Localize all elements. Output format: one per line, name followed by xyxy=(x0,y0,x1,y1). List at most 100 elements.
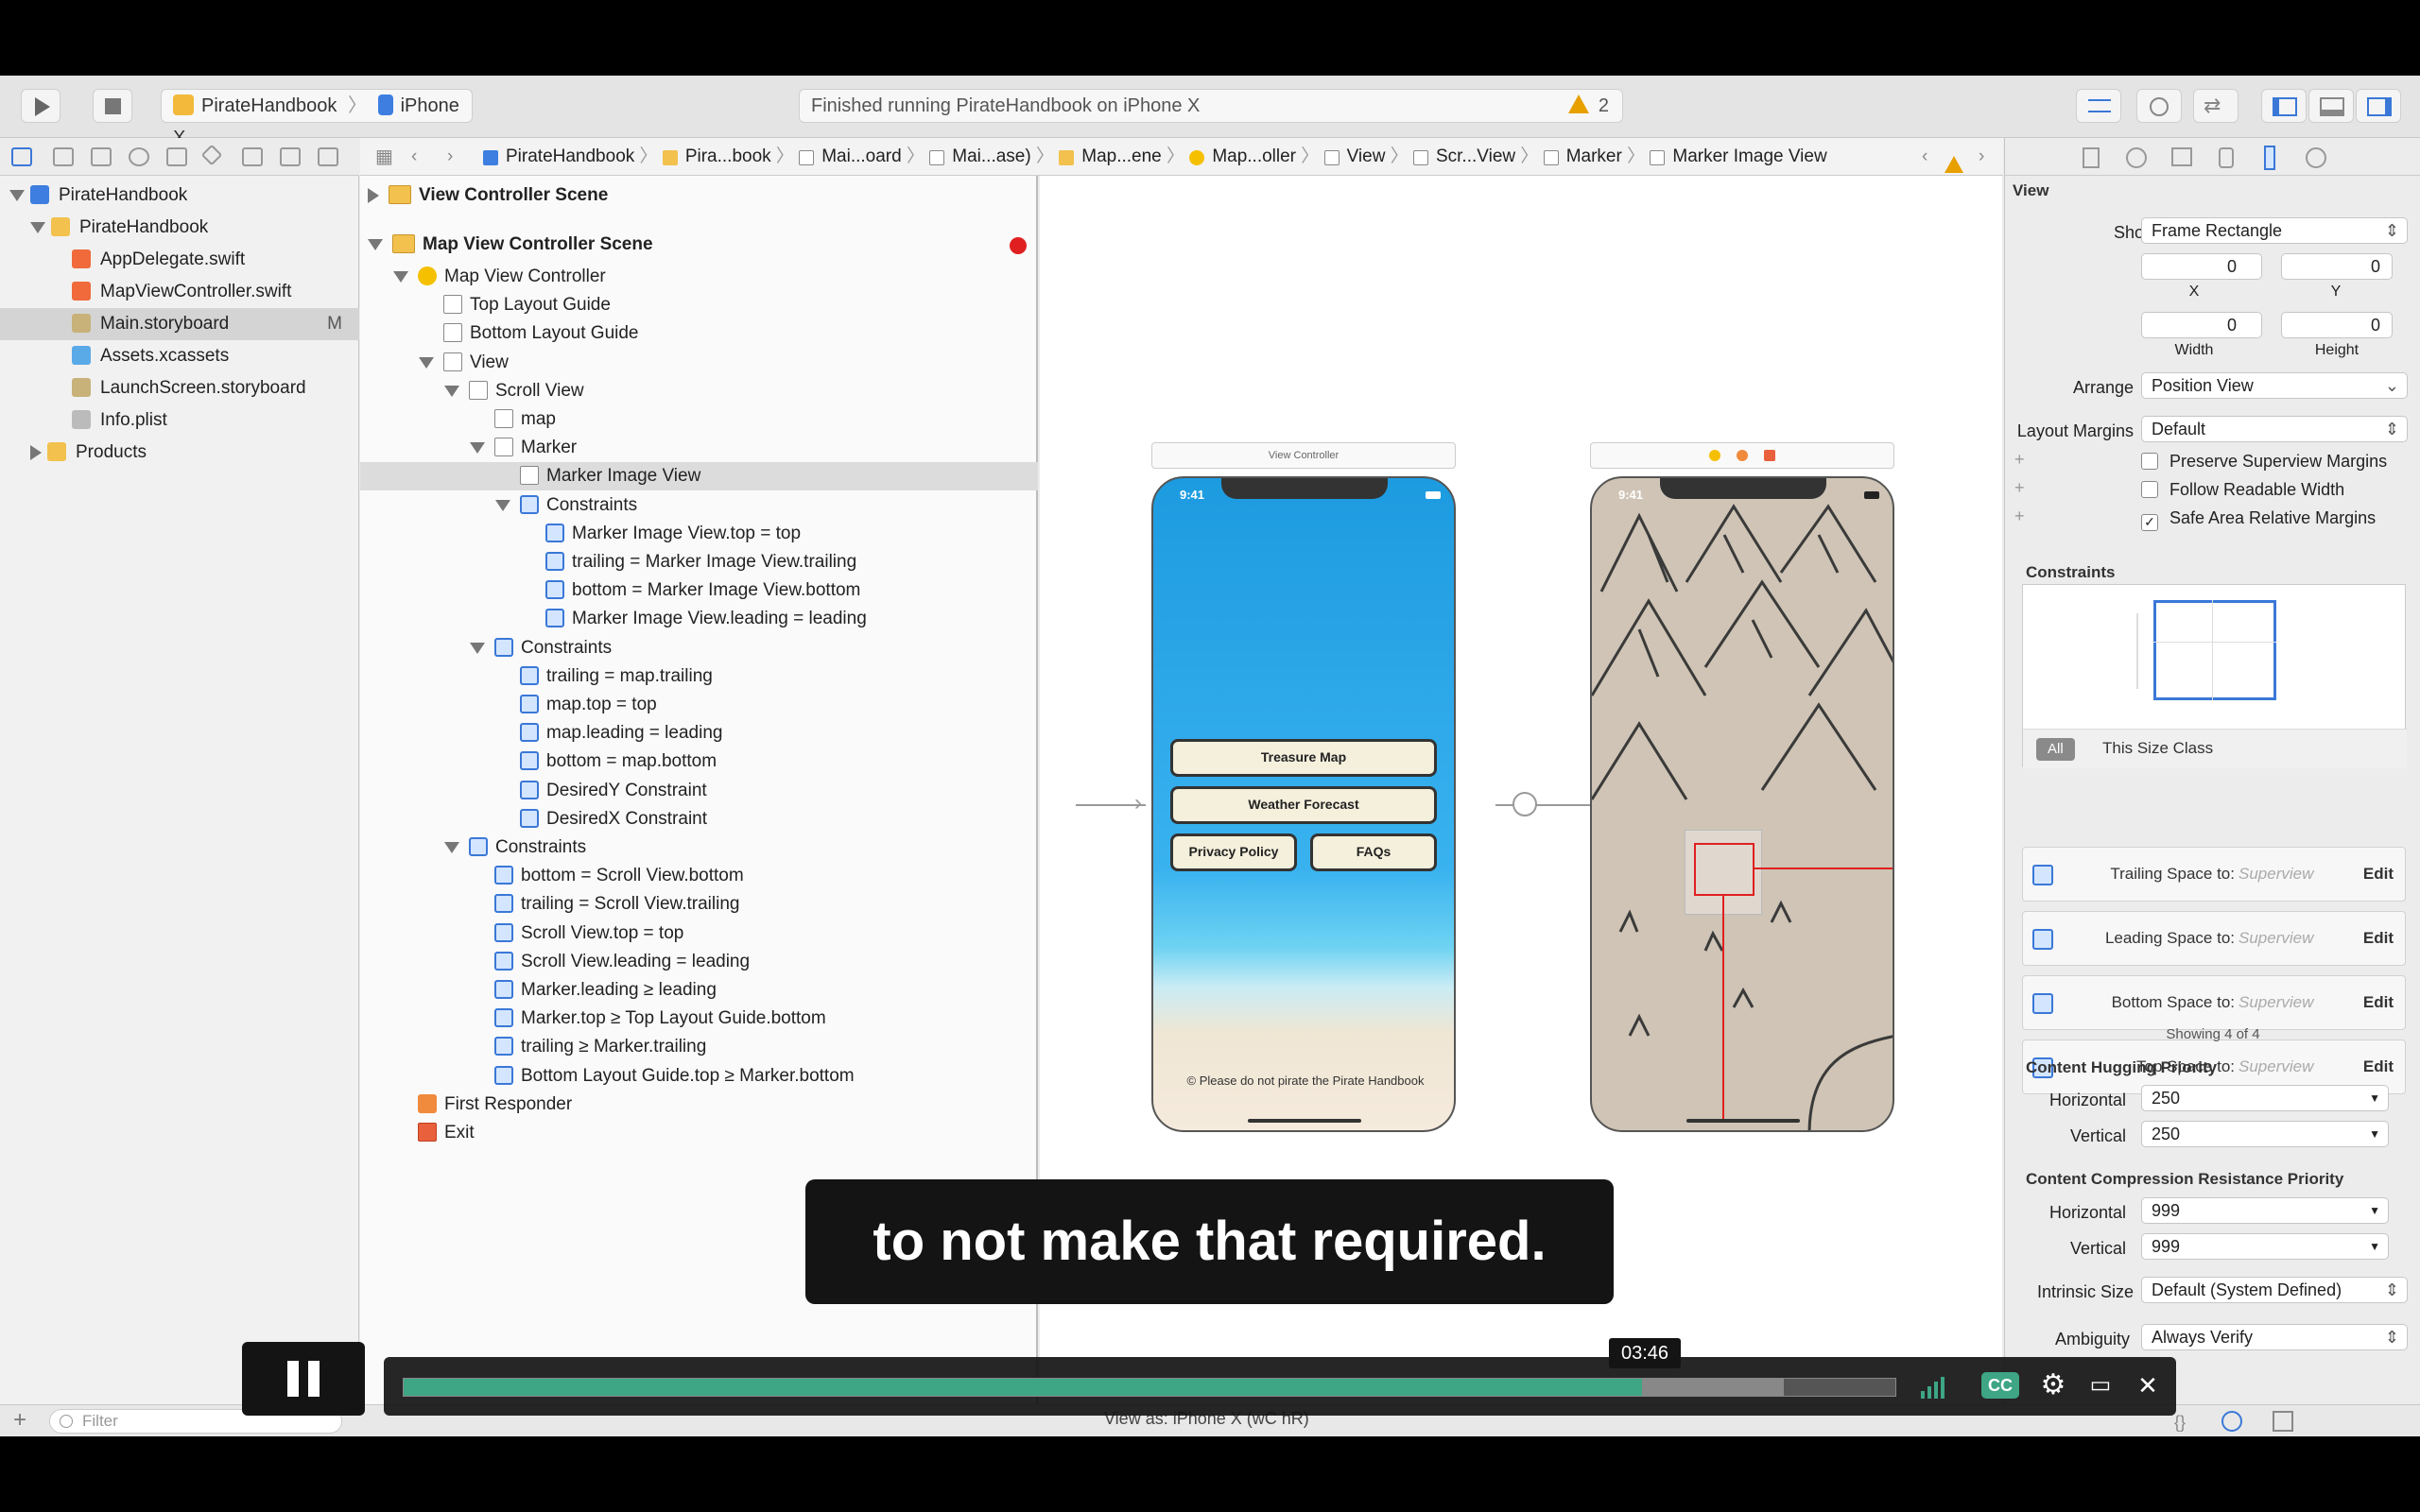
outline-row[interactable]: bottom = Scroll View.bottom xyxy=(360,862,1038,890)
breadcrumb-item[interactable]: Marker xyxy=(1566,146,1622,166)
outline-row[interactable]: Bottom Layout Guide xyxy=(360,319,1038,348)
hug-vertical-field[interactable]: 250 ▼ xyxy=(2141,1121,2389,1147)
prev-issue-button[interactable]: ‹ xyxy=(1922,138,1927,175)
disclosure-open-icon[interactable] xyxy=(444,385,459,397)
breadcrumb-item[interactable]: Map...ene xyxy=(1081,146,1162,166)
breadcrumb-item[interactable]: Scr...View xyxy=(1436,146,1515,166)
outline-row[interactable]: Map View Controller xyxy=(360,263,1038,291)
breadcrumb-item[interactable]: Map...oller xyxy=(1212,146,1296,166)
object-library-icon[interactable] xyxy=(2221,1411,2242,1432)
breadcrumb-item[interactable]: Mai...oard xyxy=(821,146,901,166)
faqs-button[interactable]: FAQs xyxy=(1310,833,1437,871)
disclosure-open-icon[interactable] xyxy=(470,442,485,455)
outline-row[interactable]: Exit xyxy=(360,1119,1038,1147)
navigator-item[interactable]: MapViewController.swift xyxy=(0,276,359,308)
safe-area-checkbox[interactable]: ✓ Safe Area Relative Margins xyxy=(2141,508,2376,531)
volume-icon[interactable] xyxy=(1917,1368,1951,1402)
breadcrumb-item[interactable]: Pira...book xyxy=(685,146,771,166)
outline-row[interactable]: Constraints xyxy=(360,491,1038,520)
disclosure-closed-icon[interactable] xyxy=(30,444,42,460)
outline-row[interactable]: Bottom Layout Guide.top ≥ Marker.bottom xyxy=(360,1062,1038,1091)
disclosure-open-icon[interactable] xyxy=(470,642,485,654)
braces-icon[interactable]: {} xyxy=(2174,1413,2186,1433)
weather-forecast-button[interactable]: Weather Forecast xyxy=(1170,786,1437,824)
outline-row[interactable]: Marker.top ≥ Top Layout Guide.bottom xyxy=(360,1005,1038,1033)
treasure-map-button[interactable]: Treasure Map xyxy=(1170,739,1437,777)
disclosure-closed-icon[interactable] xyxy=(368,187,379,203)
disclosure-open-icon[interactable] xyxy=(419,356,434,369)
gear-icon[interactable]: ⚙ xyxy=(2036,1368,2070,1402)
next-issue-button[interactable]: › xyxy=(1979,138,1984,175)
captions-icon[interactable]: CC xyxy=(1981,1372,2019,1399)
breadcrumb-item[interactable]: View xyxy=(1347,146,1386,166)
outline-row[interactable]: View Controller Scene xyxy=(360,181,1038,210)
show-popup[interactable]: Frame Rectangle ⇕ xyxy=(2141,217,2408,244)
toggle-inspector-button[interactable] xyxy=(2356,89,2401,123)
attributes-icon[interactable] xyxy=(2219,147,2234,168)
x-field[interactable]: 0 xyxy=(2141,253,2262,280)
intrinsic-size-popup[interactable]: Default (System Defined) ⇕ xyxy=(2141,1277,2408,1303)
width-field[interactable]: 0 xyxy=(2141,312,2262,338)
back-button[interactable]: ‹ xyxy=(411,138,417,175)
hierarchy-icon[interactable] xyxy=(91,147,112,166)
outline-row[interactable]: trailing = Scroll View.trailing xyxy=(360,890,1038,919)
outline-row[interactable]: DesiredY Constraint xyxy=(360,777,1038,805)
marker-image-view-outline[interactable] xyxy=(1694,843,1754,896)
hug-horizontal-field[interactable]: 250 ▼ xyxy=(2141,1085,2389,1111)
edit-button[interactable]: Edit xyxy=(2363,865,2394,884)
all-segment[interactable]: All xyxy=(2036,738,2075,761)
stop-button[interactable] xyxy=(93,89,132,123)
plus-icon[interactable]: + xyxy=(2014,450,2025,470)
breadcrumb-item[interactable]: PirateHandbook xyxy=(506,146,634,166)
outline-row[interactable]: Map View Controller Scene xyxy=(360,231,1038,259)
navigator-item[interactable]: Main.storyboard M xyxy=(0,308,359,340)
view-controller-title-bar[interactable]: View Controller xyxy=(1151,442,1456,469)
disclosure-open-icon[interactable] xyxy=(9,189,25,201)
outline-row[interactable]: Marker.leading ≥ leading xyxy=(360,976,1038,1005)
outline-row[interactable]: Constraints xyxy=(360,833,1038,862)
outline-row[interactable]: Scroll View.top = top xyxy=(360,919,1038,948)
assistant-editor-button[interactable] xyxy=(2136,89,2182,123)
media-library-icon[interactable] xyxy=(2273,1411,2293,1432)
outline-row[interactable]: Top Layout Guide xyxy=(360,291,1038,319)
fullscreen-exit-icon[interactable]: ✕ xyxy=(2131,1368,2165,1402)
standard-editor-button[interactable] xyxy=(2076,89,2121,123)
version-editor-button[interactable]: ⇄ xyxy=(2193,89,2238,123)
folder-icon[interactable] xyxy=(11,147,32,166)
help-icon[interactable] xyxy=(2126,147,2147,168)
source-control-icon[interactable] xyxy=(53,147,74,166)
edit-button[interactable]: Edit xyxy=(2363,993,2394,1012)
disclosure-open-icon[interactable] xyxy=(495,499,510,511)
layout-margins-popup[interactable]: Default ⇕ xyxy=(2141,416,2408,442)
outline-row[interactable]: View xyxy=(360,349,1038,377)
segue-icon[interactable] xyxy=(1512,792,1537,816)
outline-row[interactable]: Marker xyxy=(360,434,1038,462)
warning-count[interactable]: 2 xyxy=(1599,95,1609,116)
outline-row[interactable]: Marker Image View xyxy=(360,462,1038,491)
outline-row[interactable]: bottom = Marker Image View.bottom xyxy=(360,576,1038,605)
progress-track[interactable] xyxy=(403,1378,1896,1397)
pause-button[interactable] xyxy=(242,1342,365,1416)
constraint-card[interactable]: Leading Space to: Superview Edit xyxy=(2022,911,2406,966)
outline-row[interactable]: First Responder xyxy=(360,1091,1038,1119)
navigator-item[interactable]: PirateHandbook xyxy=(0,180,359,212)
navigator-item[interactable]: AppDelegate.swift xyxy=(0,244,359,276)
navigator-item[interactable]: Info.plist xyxy=(0,404,359,437)
outline-row[interactable]: trailing ≥ Marker.trailing xyxy=(360,1033,1038,1061)
edit-button[interactable]: Edit xyxy=(2363,929,2394,948)
disclosure-open-icon[interactable] xyxy=(368,238,383,250)
toggle-navigator-button[interactable] xyxy=(2261,89,2307,123)
debug-icon[interactable] xyxy=(242,147,263,166)
readable-width-checkbox[interactable]: Follow Readable Width xyxy=(2141,480,2344,500)
comp-horizontal-field[interactable]: 999 ▼ xyxy=(2141,1197,2389,1224)
constraint-card[interactable]: Bottom Space to: Superview Edit xyxy=(2022,975,2406,1030)
outline-row[interactable]: Scroll View xyxy=(360,377,1038,405)
search-icon[interactable] xyxy=(129,147,149,166)
privacy-policy-button[interactable]: Privacy Policy xyxy=(1170,833,1297,871)
navigator-item[interactable]: Assets.xcassets xyxy=(0,340,359,372)
forward-button[interactable]: › xyxy=(447,138,453,175)
breadcrumb-item[interactable]: Marker Image View xyxy=(1672,146,1826,166)
outline-row[interactable]: Marker Image View.leading = leading xyxy=(360,605,1038,633)
plus-icon[interactable]: + xyxy=(2014,507,2025,526)
arrange-popup[interactable]: Position View ⌄ xyxy=(2141,372,2408,399)
